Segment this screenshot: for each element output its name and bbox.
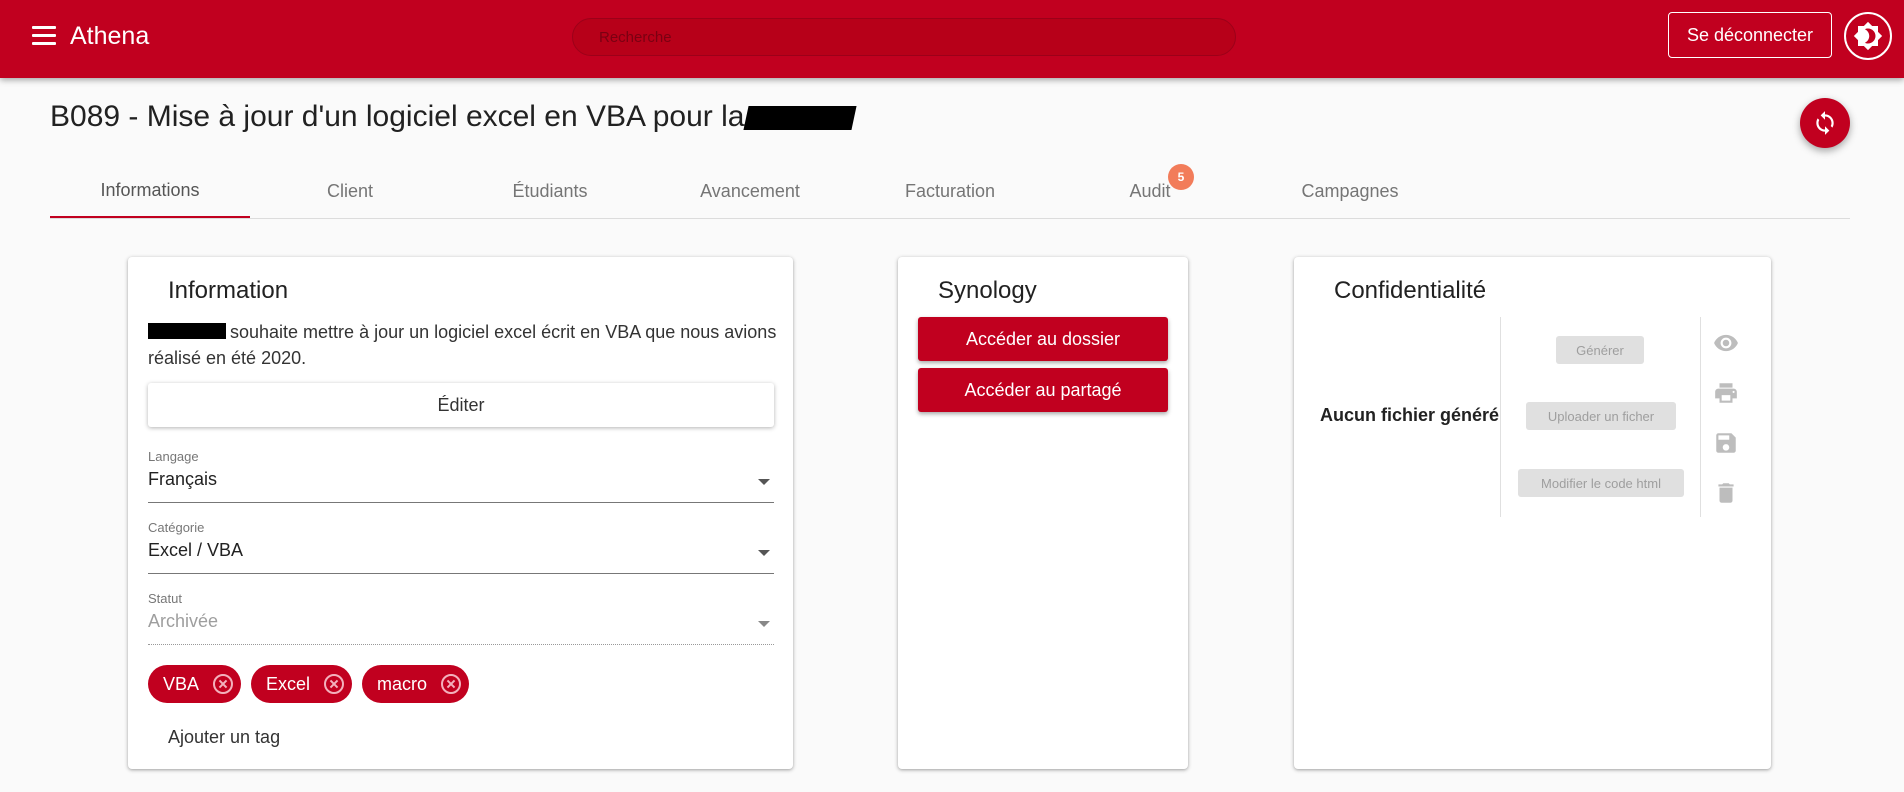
remove-tag-icon[interactable] <box>213 674 234 694</box>
confidentiality-title: Confidentialité <box>1334 277 1487 304</box>
search-input[interactable] <box>572 18 1236 56</box>
category-select[interactable]: Catégorie Excel / VBA <box>148 520 774 574</box>
tag-label: Excel <box>266 673 311 694</box>
redaction-mark <box>743 106 858 131</box>
tag-chip[interactable]: VBA <box>148 665 242 703</box>
synology-card: Synology Accéder au dossier Accéder au p… <box>898 257 1188 769</box>
status-select: Statut Archivée <box>148 591 774 645</box>
category-label: Catégorie <box>148 520 205 535</box>
divider <box>1700 317 1701 517</box>
save-icon <box>1712 429 1740 457</box>
language-select[interactable]: Langage Français <box>148 449 774 503</box>
description-text: souhaite mettre à jour un logiciel excel… <box>148 322 777 368</box>
page-title: B089 - Mise à jour d'un logiciel excel e… <box>50 100 858 134</box>
status-label: Statut <box>148 591 182 606</box>
app-title: Athena <box>70 22 150 50</box>
field-underline <box>148 573 774 574</box>
information-title: Information <box>168 277 289 304</box>
remove-tag-icon[interactable] <box>324 674 345 694</box>
tab-client[interactable]: Client <box>250 164 450 218</box>
generate-button: Générer <box>1556 336 1644 364</box>
refresh-button[interactable] <box>1800 98 1850 148</box>
tab-facturation[interactable]: Facturation <box>850 164 1050 218</box>
tab-avancement[interactable]: Avancement <box>650 164 850 218</box>
tab-informations[interactable]: Informations <box>50 164 250 218</box>
edit-button[interactable]: Éditer <box>148 383 774 427</box>
tag-chip[interactable]: Excel <box>251 665 353 703</box>
no-file-label: Aucun fichier généré <box>1320 405 1500 425</box>
chevron-down-icon <box>758 621 770 627</box>
app-bar: Athena Se déconnecter <box>0 0 1904 78</box>
tab-bar: Informations Client Étudiants Avancement… <box>50 164 1850 219</box>
tag-list: VBA Excel macro <box>148 665 470 703</box>
eye-icon <box>1712 329 1740 357</box>
tag-label: VBA <box>163 673 200 694</box>
add-tag-input[interactable]: Ajouter un tag <box>168 727 280 748</box>
delete-icon <box>1712 479 1740 507</box>
page-title-text: B089 - Mise à jour d'un logiciel excel e… <box>50 100 745 133</box>
open-shared-button[interactable]: Accéder au partagé <box>918 368 1168 412</box>
divider <box>1500 317 1501 517</box>
menu-icon[interactable] <box>32 26 56 46</box>
remove-tag-icon[interactable] <box>441 674 462 694</box>
edit-html-button: Modifier le code html <box>1518 469 1684 497</box>
tag-label: macro <box>377 673 428 694</box>
logout-button[interactable]: Se déconnecter <box>1668 12 1832 58</box>
category-value: Excel / VBA <box>148 540 244 560</box>
chevron-down-icon <box>758 550 770 556</box>
audit-count-badge: 5 <box>1168 164 1194 190</box>
redaction-mark <box>148 323 226 339</box>
project-description: souhaite mettre à jour un logiciel excel… <box>148 319 778 371</box>
refresh-icon <box>1816 111 1834 135</box>
field-underline <box>148 644 774 645</box>
synology-title: Synology <box>938 277 1037 304</box>
tab-etudiants[interactable]: Étudiants <box>450 164 650 218</box>
tag-chip[interactable]: macro <box>362 665 470 703</box>
status-value: Archivée <box>148 611 219 631</box>
theme-toggle-icon[interactable] <box>1844 12 1892 60</box>
open-folder-button[interactable]: Accéder au dossier <box>918 317 1168 361</box>
language-label: Langage <box>148 449 199 464</box>
tab-audit[interactable]: Audit <box>1050 164 1250 218</box>
language-value: Français <box>148 469 218 489</box>
information-card: Information souhaite mettre à jour un lo… <box>128 257 793 769</box>
print-icon <box>1712 379 1740 407</box>
field-underline <box>148 502 774 503</box>
confidentiality-card: Confidentialité Aucun fichier généré Gén… <box>1294 257 1771 769</box>
tab-campagnes[interactable]: Campagnes <box>1250 164 1450 218</box>
upload-file-button: Uploader un ficher <box>1526 402 1676 430</box>
chevron-down-icon <box>758 479 770 485</box>
